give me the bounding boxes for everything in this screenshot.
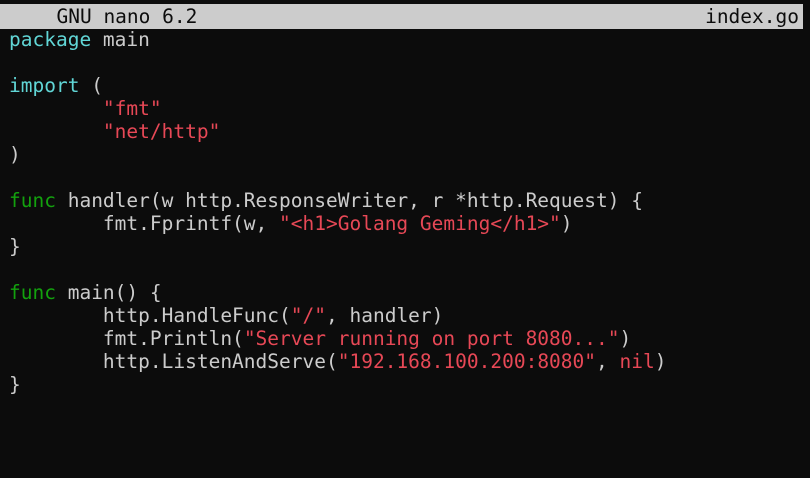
filename-label: index.go bbox=[705, 5, 799, 28]
keyword-token: package bbox=[9, 28, 92, 51]
keyword-token: func bbox=[9, 281, 56, 304]
string-literal: "Server running on port 8080..." bbox=[243, 327, 620, 350]
code-line[interactable]: ) bbox=[9, 143, 805, 166]
code-token: ) bbox=[619, 327, 632, 350]
code-token: fmt.Fprintf(w, bbox=[9, 212, 280, 235]
code-token: ) bbox=[560, 212, 573, 235]
code-token: ) bbox=[9, 143, 21, 166]
keyword-token: import bbox=[9, 74, 80, 97]
code-line[interactable]: "fmt" bbox=[9, 97, 805, 120]
code-token: } bbox=[9, 373, 21, 396]
code-token: main bbox=[91, 28, 150, 51]
code-line[interactable]: "net/http" bbox=[9, 120, 805, 143]
code-token: , handler) bbox=[326, 304, 444, 327]
string-literal: "net/http" bbox=[102, 120, 221, 143]
code-token: handler(w http.ResponseWriter, r *http.R… bbox=[55, 189, 643, 212]
code-line[interactable]: func main() { bbox=[9, 281, 805, 304]
code-token: } bbox=[9, 235, 21, 258]
code-token: http.ListenAndServe( bbox=[9, 350, 338, 373]
code-line[interactable] bbox=[9, 51, 805, 74]
code-line[interactable] bbox=[9, 258, 805, 281]
keyword-token: func bbox=[9, 189, 56, 212]
code-line[interactable]: fmt.Fprintf(w, "<h1>Golang Geming</h1>") bbox=[9, 212, 805, 235]
code-token: ) bbox=[654, 350, 667, 373]
code-line[interactable]: import ( bbox=[9, 74, 805, 97]
code-editor-area[interactable]: package main import ( "fmt" "net/http") … bbox=[9, 28, 805, 396]
code-line[interactable]: http.ListenAndServe("192.168.100.200:808… bbox=[9, 350, 805, 373]
string-literal: "fmt" bbox=[102, 97, 162, 120]
terminal-gap bbox=[803, 4, 810, 29]
editor-version-label: GNU nano 6.2 bbox=[33, 5, 198, 28]
string-literal: "<h1>Golang Geming</h1>" bbox=[279, 212, 561, 235]
code-line[interactable]: package main bbox=[9, 28, 805, 51]
code-token: ( bbox=[79, 74, 103, 97]
code-line[interactable] bbox=[9, 166, 805, 189]
code-token: , bbox=[596, 350, 620, 373]
code-line[interactable]: func handler(w http.ResponseWriter, r *h… bbox=[9, 189, 805, 212]
string-literal: "/" bbox=[290, 304, 326, 327]
string-literal: nil bbox=[619, 350, 655, 373]
code-token: http.HandleFunc( bbox=[9, 304, 291, 327]
code-line[interactable]: http.HandleFunc("/", handler) bbox=[9, 304, 805, 327]
code-line[interactable]: fmt.Println("Server running on port 8080… bbox=[9, 327, 805, 350]
string-literal: "192.168.100.200:8080" bbox=[337, 350, 597, 373]
code-line[interactable]: } bbox=[9, 235, 805, 258]
code-line[interactable]: } bbox=[9, 373, 805, 396]
code-token: fmt.Println( bbox=[9, 327, 244, 350]
nano-title-bar: GNU nano 6.2 index.go bbox=[0, 4, 803, 29]
code-token: main() { bbox=[55, 281, 162, 304]
